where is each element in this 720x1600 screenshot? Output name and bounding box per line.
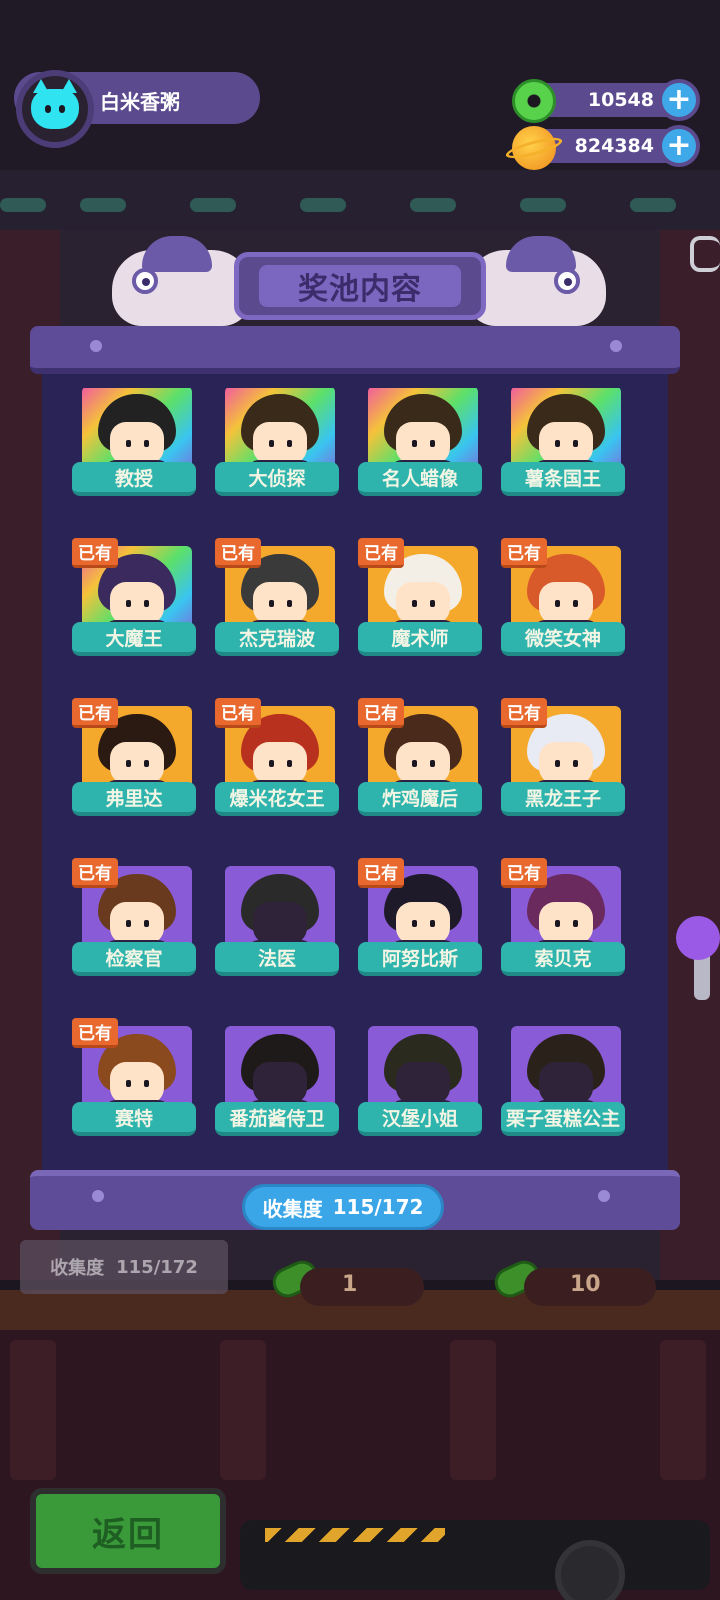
character-name: 炸鸡魔后 — [358, 782, 482, 816]
player-name: 白米香粥 — [100, 90, 180, 114]
character-name: 教授 — [72, 462, 196, 496]
collection-label: 收集度 — [262, 1196, 323, 1221]
character-card[interactable]: 番茄酱侍卫 — [209, 1018, 339, 1144]
ten-draw-cost[interactable]: 10 — [524, 1268, 656, 1306]
bg-collection-label: 收集度 115/172 — [20, 1240, 228, 1294]
character-grid-scroll[interactable]: 教授 大侦探 名人蜡像 薯条国王 大魔王 已有 杰克瑞波 已有 魔术师 已有 微笑女神 已有 弗里达 已有… — [66, 388, 656, 1158]
character-name: 栗子蛋糕公主 — [501, 1102, 625, 1136]
donut-icon — [512, 79, 556, 123]
character-name: 阿努比斯 — [358, 942, 482, 976]
ten-draw-cost-value: 10 — [570, 1272, 601, 1297]
back-button-label: 返回 — [92, 1514, 164, 1555]
character-card[interactable]: 大侦探 — [209, 388, 339, 504]
character-name: 赛特 — [72, 1102, 196, 1136]
character-card[interactable]: 黑龙王子 已有 — [495, 698, 625, 824]
character-card[interactable]: 赛特 已有 — [66, 1018, 196, 1144]
single-draw-cost-value: 1 — [342, 1272, 358, 1297]
character-grid: 教授 大侦探 名人蜡像 薯条国王 大魔王 已有 杰克瑞波 已有 魔术师 已有 微笑女神 已有 弗里达 已有… — [66, 388, 625, 1158]
collection-value: 115/172 — [332, 1195, 424, 1219]
panel-top-bar — [30, 326, 680, 374]
character-name: 大侦探 — [215, 462, 339, 496]
character-name: 薯条国王 — [501, 462, 625, 496]
character-card[interactable]: 索贝克 已有 — [495, 858, 625, 984]
owned-badge: 已有 — [358, 698, 404, 728]
character-name: 番茄酱侍卫 — [215, 1102, 339, 1136]
owned-badge: 已有 — [358, 858, 404, 888]
owned-badge: 已有 — [358, 538, 404, 568]
character-card[interactable]: 薯条国王 — [495, 388, 625, 504]
add-donut-button[interactable]: + — [658, 79, 700, 121]
left-fish-decoration — [112, 236, 252, 326]
character-name: 爆米花女王 — [215, 782, 339, 816]
character-card[interactable]: 弗里达 已有 — [66, 698, 196, 824]
owned-badge: 已有 — [501, 538, 547, 568]
character-name: 黑龙王子 — [501, 782, 625, 816]
character-card[interactable]: 炸鸡魔后 已有 — [352, 698, 482, 824]
owned-badge: 已有 — [215, 698, 261, 728]
character-name: 名人蜡像 — [358, 462, 482, 496]
character-card[interactable]: 杰克瑞波 已有 — [209, 538, 339, 664]
owned-badge: 已有 — [72, 698, 118, 728]
planet-coin-value: 824384 — [574, 135, 654, 157]
right-fish-decoration — [466, 236, 606, 326]
owned-badge: 已有 — [501, 858, 547, 888]
owned-badge: 已有 — [72, 858, 118, 888]
character-card[interactable]: 魔术师 已有 — [352, 538, 482, 664]
collection-progress: 收集度 115/172 — [242, 1184, 444, 1230]
player-avatar[interactable] — [16, 70, 94, 148]
bg-collection-value: 115/172 — [116, 1256, 198, 1278]
owned-badge: 已有 — [72, 1018, 118, 1048]
character-card[interactable]: 爆米花女王 已有 — [209, 698, 339, 824]
character-card[interactable]: 名人蜡像 — [352, 388, 482, 504]
clip-icon[interactable] — [690, 236, 720, 272]
lever-knob[interactable] — [676, 916, 720, 960]
character-name: 大魔王 — [72, 622, 196, 656]
character-name: 检察官 — [72, 942, 196, 976]
character-name: 索贝克 — [501, 942, 625, 976]
character-card[interactable]: 检察官 已有 — [66, 858, 196, 984]
character-name: 魔术师 — [358, 622, 482, 656]
character-name: 杰克瑞波 — [215, 622, 339, 656]
right-curtain — [660, 230, 720, 1280]
owned-badge: 已有 — [72, 538, 118, 568]
character-card[interactable]: 法医 — [209, 858, 339, 984]
character-name: 微笑女神 — [501, 622, 625, 656]
panel-title-plaque: 奖池内容 — [234, 252, 486, 320]
cyan-cat-icon — [31, 79, 79, 129]
character-name: 汉堡小姐 — [358, 1102, 482, 1136]
character-card[interactable]: 教授 — [66, 388, 196, 504]
add-planet-coin-button[interactable]: + — [658, 125, 700, 167]
character-card[interactable]: 栗子蛋糕公主 — [495, 1018, 625, 1144]
character-name: 法医 — [215, 942, 339, 976]
single-draw-cost[interactable]: 1 — [300, 1268, 424, 1306]
owned-badge: 已有 — [501, 698, 547, 728]
panel-title: 奖池内容 — [298, 272, 422, 307]
character-card[interactable]: 微笑女神 已有 — [495, 538, 625, 664]
character-card[interactable]: 阿努比斯 已有 — [352, 858, 482, 984]
owned-badge: 已有 — [215, 538, 261, 568]
back-button[interactable]: 返回 — [30, 1488, 226, 1574]
bg-collection-text: 收集度 — [50, 1258, 105, 1279]
donut-currency-value: 10548 — [587, 89, 654, 111]
hazard-stripe — [265, 1528, 445, 1542]
character-name: 弗里达 — [72, 782, 196, 816]
character-card[interactable]: 汉堡小姐 — [352, 1018, 482, 1144]
bg-lamp-band — [0, 170, 720, 230]
character-card[interactable]: 大魔王 已有 — [66, 538, 196, 664]
